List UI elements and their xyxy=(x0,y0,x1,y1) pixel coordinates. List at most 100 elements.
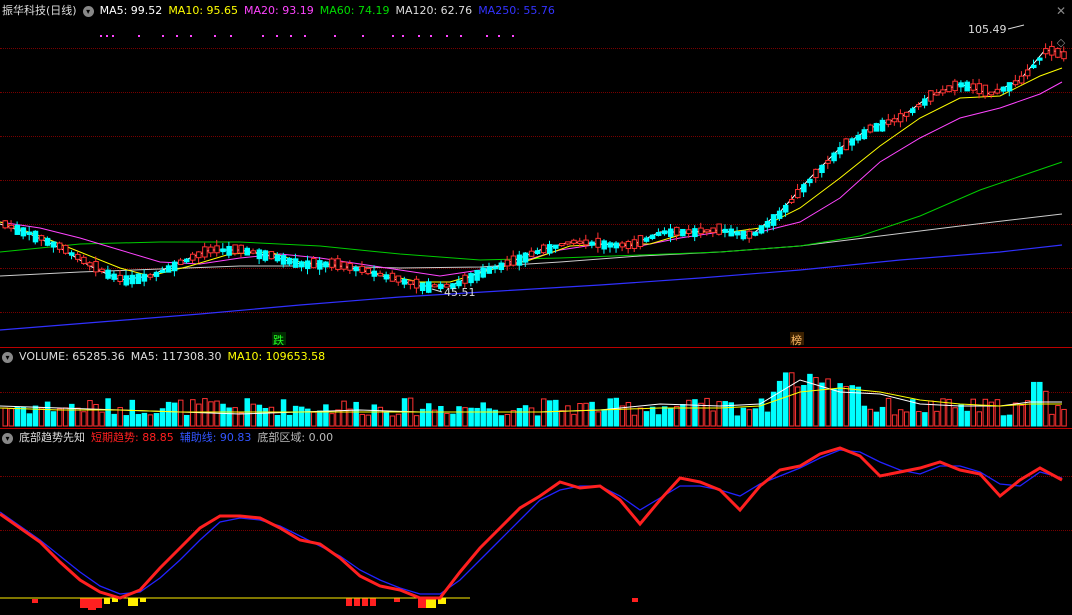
candle-body xyxy=(916,104,922,108)
candle-body xyxy=(335,258,341,270)
signal-dot xyxy=(112,35,114,37)
signal-dot xyxy=(100,35,102,37)
bottom-zone-bar xyxy=(370,598,376,606)
candle-body xyxy=(764,221,771,228)
volume-bar xyxy=(371,404,378,427)
candle-body xyxy=(970,83,976,91)
candle-body xyxy=(413,278,420,289)
candle-body xyxy=(105,269,111,279)
signal-dot xyxy=(392,35,394,37)
candle-body xyxy=(752,231,759,236)
candle-body xyxy=(153,271,160,277)
volume-bar xyxy=(311,411,317,427)
bottom-zone-bar xyxy=(632,598,638,602)
event-markers: 跌 榜 xyxy=(272,332,804,347)
volume-bar xyxy=(553,399,559,427)
candle-body xyxy=(595,237,601,248)
candle-body xyxy=(867,124,874,133)
candle-body xyxy=(262,250,269,261)
volume-bar xyxy=(262,407,269,427)
volume-bar xyxy=(1043,390,1049,427)
volume-bar xyxy=(964,410,970,427)
candle-body xyxy=(244,247,250,256)
bottom-zone-bar xyxy=(96,598,102,608)
volume-bar xyxy=(655,414,662,427)
candle-body xyxy=(69,252,75,256)
volume-bar xyxy=(752,408,759,427)
volume-bar xyxy=(498,415,505,427)
candle-body xyxy=(286,257,293,265)
candle-body xyxy=(825,159,831,164)
short-trend-line xyxy=(0,446,1063,600)
signal-dot xyxy=(430,35,432,37)
candle-body xyxy=(135,273,142,285)
signal-dot xyxy=(262,35,264,37)
volume-bar xyxy=(196,403,202,427)
candle-body xyxy=(395,275,402,283)
volume-bar xyxy=(903,411,910,427)
candle-body xyxy=(341,261,347,270)
volume-bar xyxy=(837,383,843,427)
candle-body xyxy=(32,230,39,243)
volume-bar xyxy=(879,406,886,427)
volume-bar xyxy=(831,388,837,427)
chart-canvas[interactable]: 105.49 45.51 跌 榜 xyxy=(0,0,1072,615)
volume-bar xyxy=(444,412,450,427)
marker-die: 跌 xyxy=(273,333,284,347)
candle-body xyxy=(637,235,644,248)
bottom-zone-bars xyxy=(0,597,638,610)
volume-bar xyxy=(547,400,553,427)
volume-bar xyxy=(238,412,244,427)
candle-body xyxy=(1055,48,1061,58)
candle-body xyxy=(540,244,547,254)
candle-body xyxy=(813,168,819,179)
volume-bar xyxy=(359,413,365,427)
volume-bar xyxy=(474,407,480,427)
candle-body xyxy=(56,242,63,250)
volume-bar xyxy=(1018,404,1025,427)
volume-bar xyxy=(668,408,674,427)
volume-bar xyxy=(208,401,214,427)
candle-body xyxy=(583,239,589,246)
candle-body xyxy=(280,255,287,265)
volume-bar xyxy=(565,405,571,427)
candle-body xyxy=(305,260,311,270)
candle-body xyxy=(26,231,33,236)
candle-body xyxy=(256,249,263,260)
candle-body xyxy=(994,88,1001,94)
signal-dot xyxy=(138,35,140,37)
volume-bar xyxy=(8,408,15,427)
candle-body xyxy=(534,250,541,255)
candle-body xyxy=(129,274,136,285)
candle-body xyxy=(492,266,499,270)
volume-bar xyxy=(516,408,523,427)
candle-body xyxy=(311,257,317,269)
candle-body xyxy=(577,240,583,244)
candle-body xyxy=(728,228,734,237)
signal-dot xyxy=(214,35,216,37)
volume-bar xyxy=(1061,408,1067,427)
candle-body xyxy=(928,90,934,102)
volume-bar xyxy=(329,413,335,427)
candle-body xyxy=(38,235,45,241)
candle-body xyxy=(141,273,148,282)
volume-bar xyxy=(353,401,359,427)
volume-bar xyxy=(958,404,964,427)
candle-body xyxy=(220,248,226,253)
high-price-label: 105.49 xyxy=(968,23,1007,36)
candle-body xyxy=(698,227,704,235)
candle-body xyxy=(359,265,365,273)
candle-body xyxy=(226,245,232,256)
candle-body xyxy=(831,152,837,162)
candle-body xyxy=(208,246,214,254)
candle-body xyxy=(474,269,480,281)
candle-body xyxy=(940,89,946,94)
volume-bar xyxy=(177,399,184,427)
ma60-line xyxy=(0,161,1063,261)
candle-body xyxy=(1031,64,1037,69)
candle-body xyxy=(371,270,378,277)
candle-body xyxy=(631,239,638,249)
volume-bar xyxy=(698,402,704,427)
volume-bar xyxy=(165,401,172,427)
volume-bar xyxy=(746,409,753,427)
